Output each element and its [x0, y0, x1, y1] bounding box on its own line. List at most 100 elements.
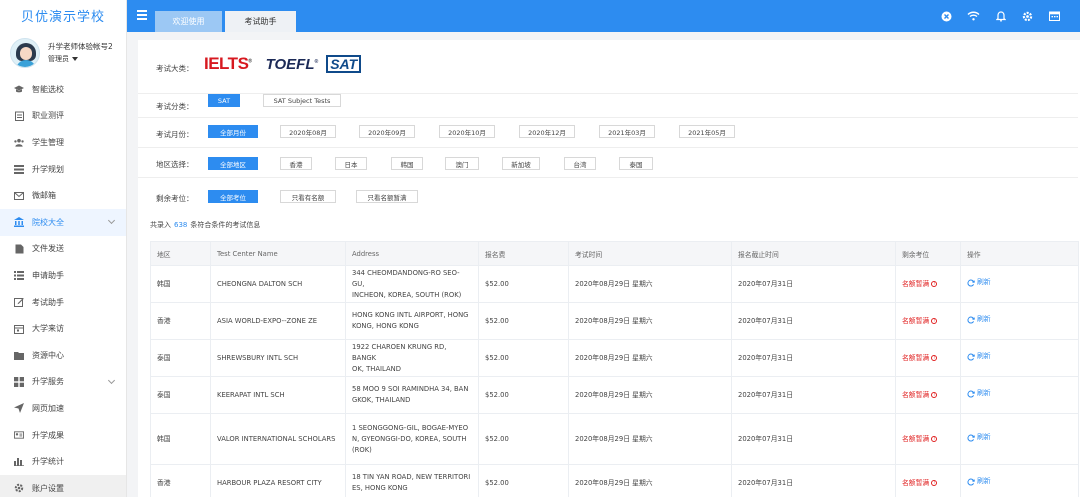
chip-region-all[interactable]: 全部地区 — [208, 157, 258, 170]
chip-region[interactable]: 日本 — [335, 157, 367, 170]
sidebar-item-planning[interactable]: 升学规划 — [0, 156, 126, 183]
cell-status: 名额暂满! — [895, 376, 961, 414]
chip-region[interactable]: 韩国 — [391, 157, 423, 170]
cell-region: 泰国 — [150, 339, 211, 377]
bell-icon[interactable] — [987, 8, 1014, 24]
calendar-icon[interactable] — [1041, 8, 1068, 24]
refresh-button[interactable]: 刷新 — [967, 432, 991, 443]
chip-month-all[interactable]: 全部月份 — [208, 125, 258, 138]
chip-region[interactable]: 澳门 — [445, 157, 479, 170]
cell-date: 2020年08月29日 星期六 — [568, 464, 732, 497]
sidebar-item-exam-assistant[interactable]: 考试助手 — [0, 289, 126, 316]
chip-month[interactable]: 2020年10月 — [439, 125, 495, 138]
chip-month[interactable]: 2020年12月 — [519, 125, 575, 138]
info-icon[interactable]: ! — [931, 436, 938, 442]
info-icon[interactable]: ! — [931, 281, 938, 287]
column-header: 地区 — [150, 241, 211, 266]
sidebar-item-statistics[interactable]: 升学统计 — [0, 448, 126, 475]
cell-deadline: 2020年07月31日 — [731, 464, 896, 497]
info-icon[interactable]: ! — [931, 318, 938, 324]
chip-seats-full[interactable]: 只看名额暂满 — [356, 190, 418, 203]
sidebar-item-career-test[interactable]: 职业测评 — [0, 103, 126, 130]
chip-region[interactable]: 新加坡 — [502, 157, 540, 170]
cell-fee: $52.00 — [478, 413, 569, 465]
column-header: 操作 — [960, 241, 1079, 266]
sat-logo[interactable]: SAT — [326, 55, 362, 73]
cell-status: 名额暂满! — [895, 265, 961, 303]
chip-month[interactable]: 2020年09月 — [359, 125, 415, 138]
menu-toggle-icon[interactable] — [137, 10, 147, 20]
info-icon[interactable]: ! — [931, 480, 938, 486]
sidebar-item-results[interactable]: 升学成果 — [0, 422, 126, 449]
sidebar-item-label: 升学服务 — [32, 377, 64, 387]
table-row: 香港 HARBOUR PLAZA RESORT CITY 18 TIN YAN … — [150, 464, 1079, 497]
refresh-button[interactable]: 刷新 — [967, 351, 991, 362]
sidebar-item-label: 网页加速 — [32, 403, 64, 413]
chip-region[interactable]: 台湾 — [564, 157, 596, 170]
cell-date: 2020年08月29日 星期六 — [568, 265, 732, 303]
cell-region: 韩国 — [150, 413, 211, 465]
sidebar-item-smart-school[interactable]: 智能选校 — [0, 76, 126, 103]
close-circle-icon[interactable] — [933, 8, 960, 24]
sidebar-item-application[interactable]: 申请助手 — [0, 262, 126, 289]
gear-icon — [14, 483, 24, 493]
filter-label: 考试分类： — [156, 102, 194, 111]
chip-month[interactable]: 2021年03月 — [599, 125, 655, 138]
sidebar-item-institutions[interactable]: 院校大全 — [0, 208, 126, 236]
sidebar-item-file-send[interactable]: 文件发送 — [0, 236, 126, 263]
wifi-icon[interactable] — [960, 8, 987, 24]
filter-exam-month: 考试月份： 全部月份 2020年08月 2020年09月 2020年10月 20… — [138, 118, 1078, 148]
user-profile[interactable]: 升学老师体验帐号2 管理员 — [0, 30, 126, 76]
chip-month[interactable]: 2021年05月 — [679, 125, 735, 138]
refresh-button[interactable]: 刷新 — [967, 314, 991, 325]
sidebar-item-label: 考试助手 — [32, 297, 64, 307]
cell-status: 名额暂满! — [895, 464, 961, 497]
result-count: 638 — [174, 221, 188, 229]
sidebar-item-services[interactable]: 升学服务 — [0, 369, 126, 396]
top-bar: 欢迎使用 考试助手 — [127, 0, 1080, 32]
status-badge: 名额暂满 — [902, 390, 930, 399]
filter-exam-category: 考试分类： SAT SAT Subject Tests — [138, 94, 1078, 118]
chip-seats-all[interactable]: 全部考位 — [208, 190, 258, 203]
cell-deadline: 2020年07月31日 — [731, 376, 896, 414]
ielts-logo[interactable]: IELTS® — [204, 54, 252, 74]
tab-welcome[interactable]: 欢迎使用 — [155, 11, 222, 32]
cell-date: 2020年08月29日 星期六 — [568, 339, 732, 377]
chip-month[interactable]: 2020年08月 — [280, 125, 336, 138]
refresh-button[interactable]: 刷新 — [967, 476, 991, 487]
sidebar-item-mail[interactable]: 微邮箱 — [0, 182, 126, 209]
chip-region[interactable]: 香港 — [280, 157, 312, 170]
chevron-down-icon — [107, 216, 116, 225]
exam-logos: IELTS® TOEFL® SAT — [204, 54, 362, 74]
file-icon — [14, 244, 24, 254]
chip-sat[interactable]: SAT — [208, 94, 240, 107]
calendar-icon — [14, 324, 24, 334]
sidebar-item-students[interactable]: 学生管理 — [0, 129, 126, 156]
tab-exam-assistant[interactable]: 考试助手 — [225, 11, 296, 32]
table-row: 泰国 SHREWSBURY INTL SCH 1922 CHAROEN KRUN… — [150, 339, 1079, 377]
info-icon[interactable]: ! — [931, 355, 938, 361]
table-row: 泰国 KEERAPAT INTL SCH 58 MOO 9 SOI RAMIND… — [150, 376, 1079, 414]
refresh-button[interactable]: 刷新 — [967, 388, 991, 399]
sidebar-item-resources[interactable]: 资源中心 — [0, 342, 126, 369]
cell-address: 344 CHEOMDANDONG-RO SEO-GU, INCHEON, KORE… — [345, 265, 479, 303]
gear-icon[interactable] — [1014, 8, 1041, 24]
table-row: 香港 ASIA WORLD-EXPO--ZONE ZE HONG KONG IN… — [150, 302, 1079, 340]
toefl-logo[interactable]: TOEFL® — [266, 56, 319, 73]
filter-label: 考试月份： — [156, 130, 194, 139]
chip-region[interactable]: 泰国 — [619, 157, 653, 170]
refresh-button[interactable]: 刷新 — [967, 277, 991, 288]
sidebar-item-web-accelerate[interactable]: 网页加速 — [0, 395, 126, 422]
sidebar-item-university-visits[interactable]: 大学来访 — [0, 315, 126, 342]
user-role-dropdown[interactable]: 管理员 — [48, 53, 113, 65]
refresh-icon — [967, 353, 975, 361]
chip-seats-available[interactable]: 只看有名额 — [280, 190, 336, 203]
cell-fee: $52.00 — [478, 302, 569, 340]
sidebar-item-account-settings[interactable]: 账户设置 — [0, 474, 126, 497]
cell-fee: $52.00 — [478, 464, 569, 497]
column-header: 报名费 — [478, 241, 569, 266]
cell-action: 刷新 — [960, 265, 1079, 303]
info-icon[interactable]: ! — [931, 392, 938, 398]
folder-icon — [14, 350, 24, 360]
chip-sat-subject[interactable]: SAT Subject Tests — [263, 94, 341, 107]
